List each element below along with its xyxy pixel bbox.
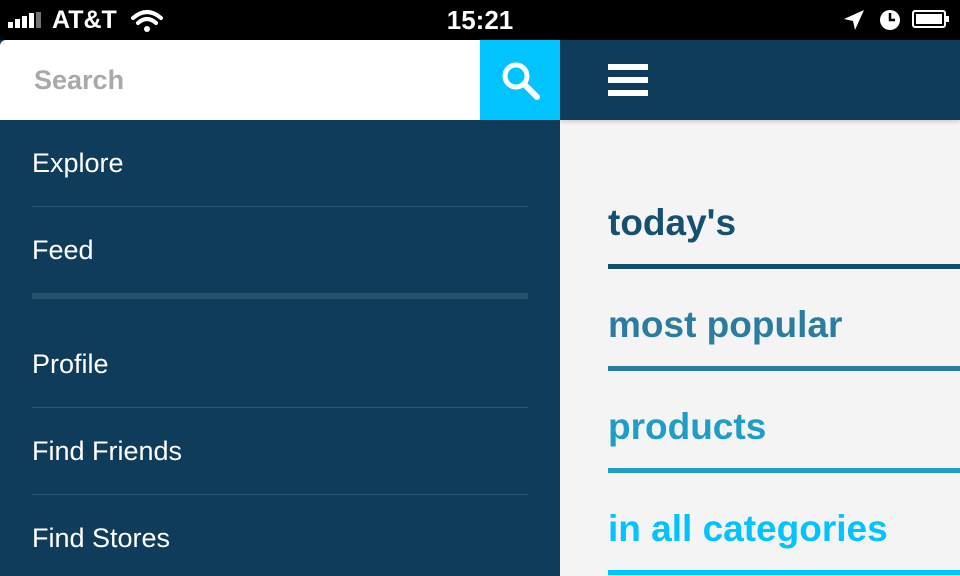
headline-underline [608,366,960,371]
status-bar: AT&T 15:21 [0,0,960,40]
search-icon [502,62,540,100]
menu-list: Explore Feed Profile Find Friends Find S… [0,120,560,576]
headline-products: products [608,406,767,447]
battery-icon [912,10,949,28]
main-header [560,40,960,120]
sidebar-menu: Explore Feed Profile Find Friends Find S… [0,40,560,576]
section-divider [32,293,528,299]
sidebar-item-profile[interactable]: Profile [32,321,528,408]
location-icon [844,10,864,30]
sidebar-item-explore[interactable]: Explore [32,120,528,207]
sidebar-item-find-stores[interactable]: Find Stores [32,495,528,576]
menu-icon[interactable] [608,64,648,96]
search-bar [0,40,560,120]
status-time: 15:21 [446,5,514,35]
headline-underline [608,570,960,575]
headline-in-all-categories: in all categories [608,508,888,549]
sidebar-item-feed[interactable]: Feed [32,207,528,293]
sidebar-item-find-friends[interactable]: Find Friends [32,408,528,495]
search-input[interactable] [0,40,480,120]
headline-todays: today's [608,202,737,243]
headline-underline [608,468,960,473]
headline-underline [608,264,960,269]
search-button[interactable] [480,40,560,120]
main-content: today's most popular products in all cat… [560,40,960,576]
alarm-icon [880,10,900,30]
headline-most-popular: most popular [608,304,843,345]
